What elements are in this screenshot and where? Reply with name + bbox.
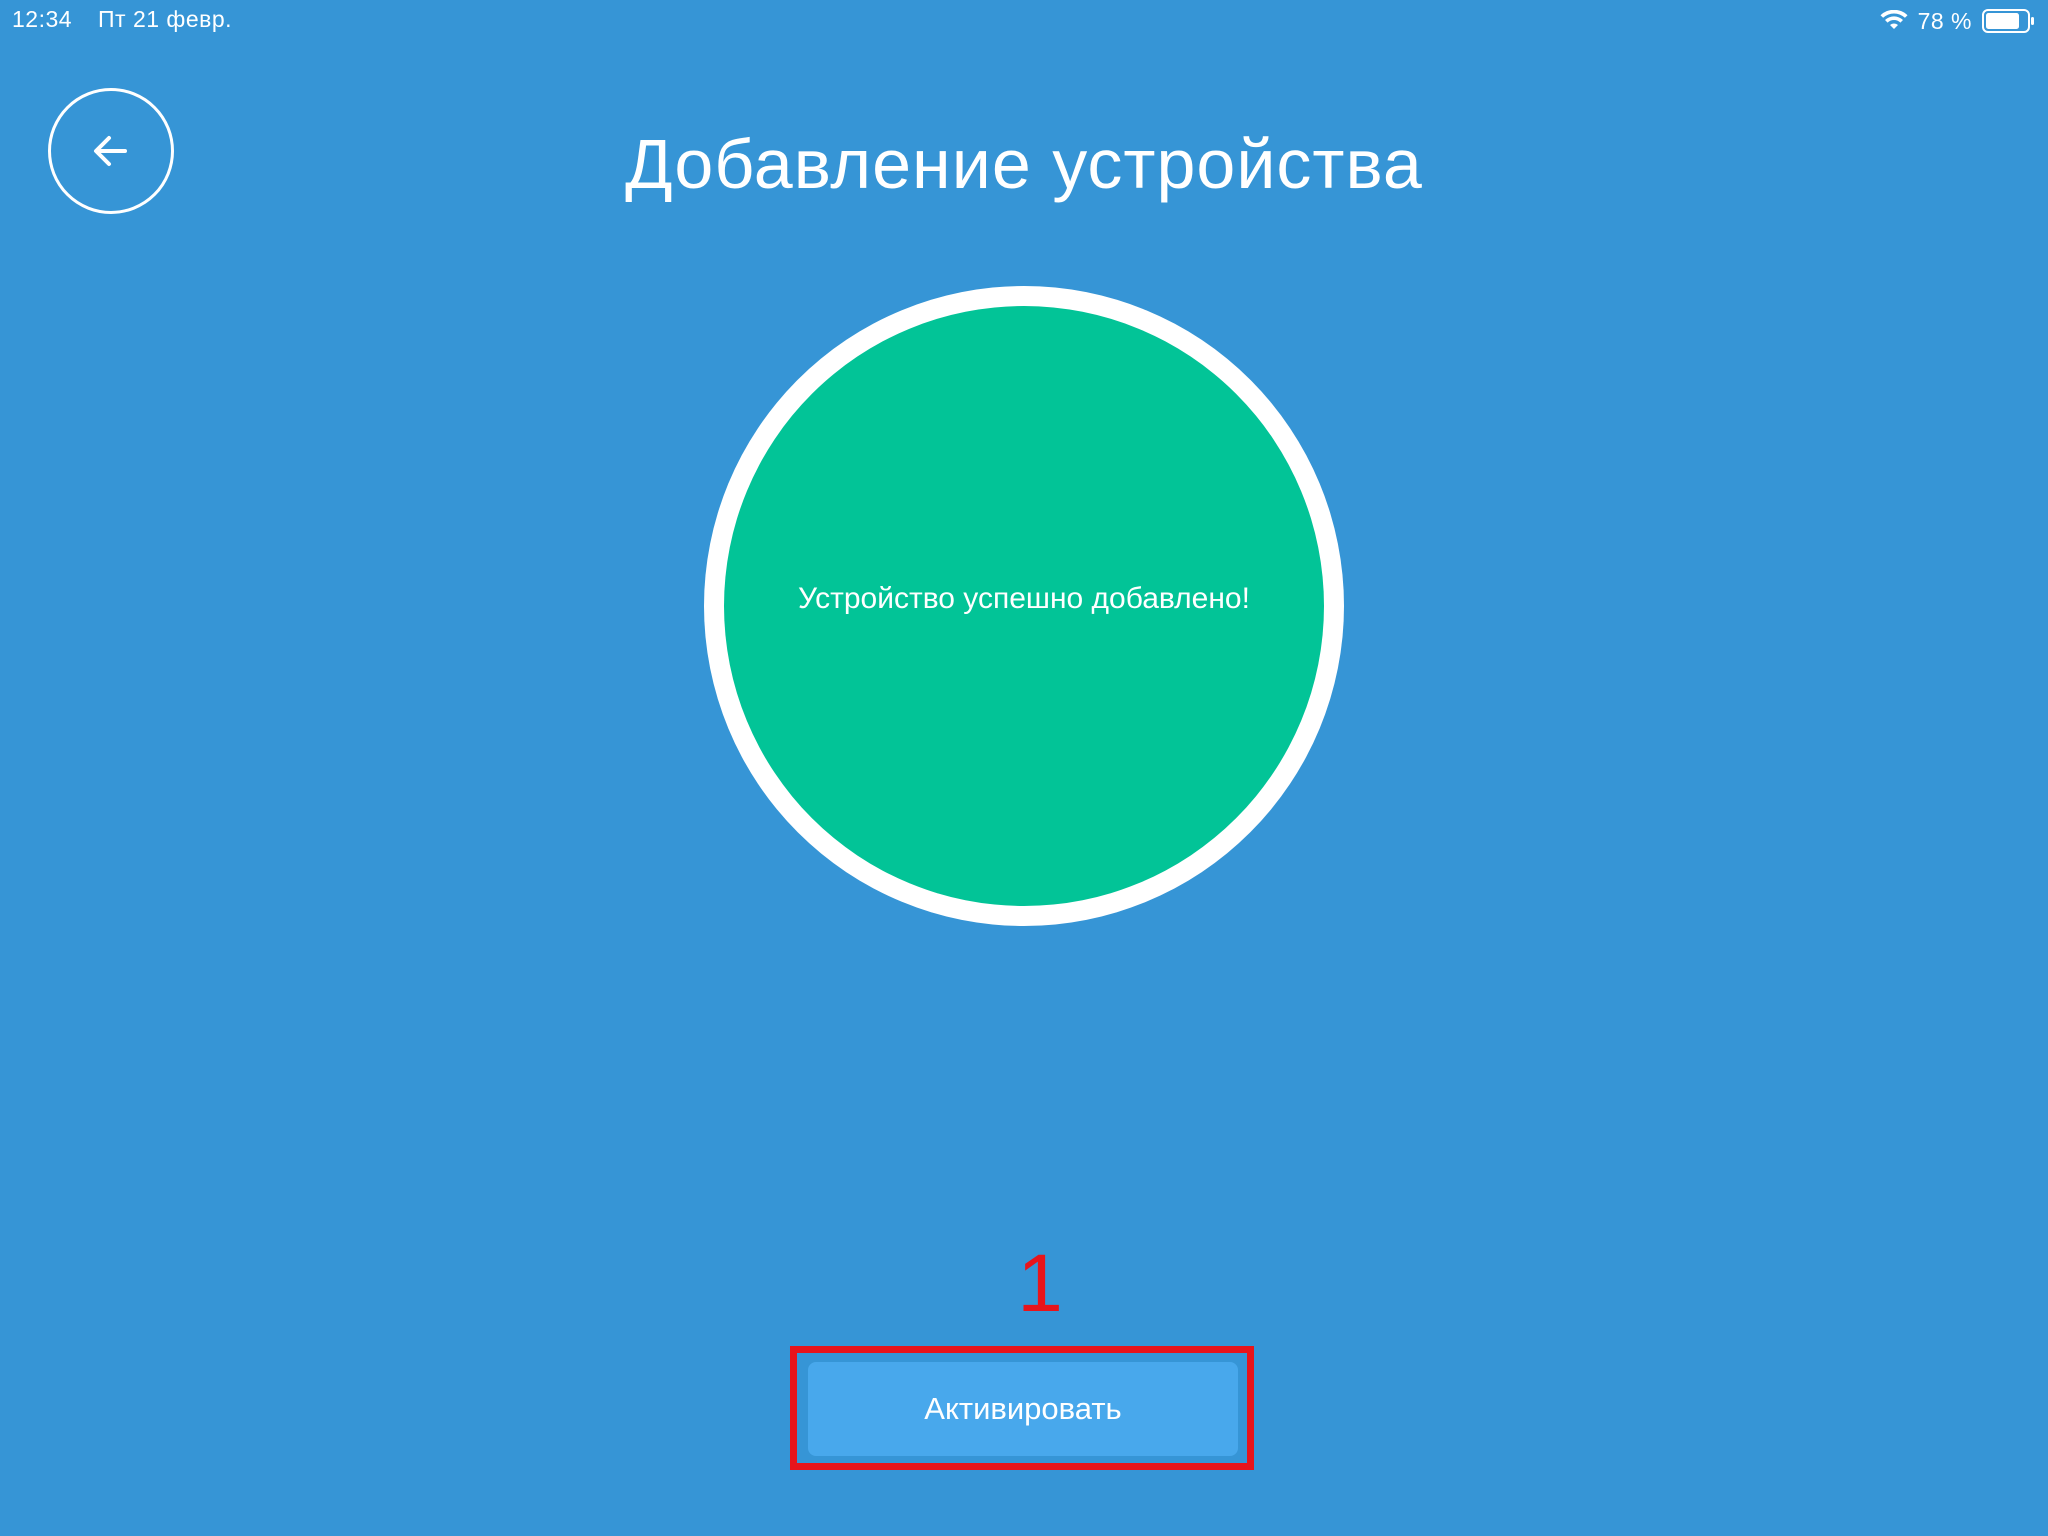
status-date: Пт 21 февр. (98, 6, 233, 32)
wifi-icon (1880, 10, 1908, 29)
status-indicators: 78 % (1880, 6, 2036, 36)
step-number-annotation: 1 (1017, 1238, 1063, 1329)
success-circle: Устройство успешно добавлено! (724, 306, 1324, 906)
activate-button[interactable]: Активировать (808, 1362, 1238, 1456)
battery-percent: 78 % (1917, 7, 1972, 34)
page-title: Добавление устройства (625, 125, 1423, 203)
success-message: Устройство успешно добавлено! (798, 582, 1250, 615)
status-time: 12:34 (12, 6, 73, 32)
success-indicator: Устройство успешно добавлено! (704, 286, 1344, 926)
status-bar: 12:34 Пт 21 февр. 78 % (0, 0, 2048, 40)
battery-icon (1982, 9, 2034, 33)
